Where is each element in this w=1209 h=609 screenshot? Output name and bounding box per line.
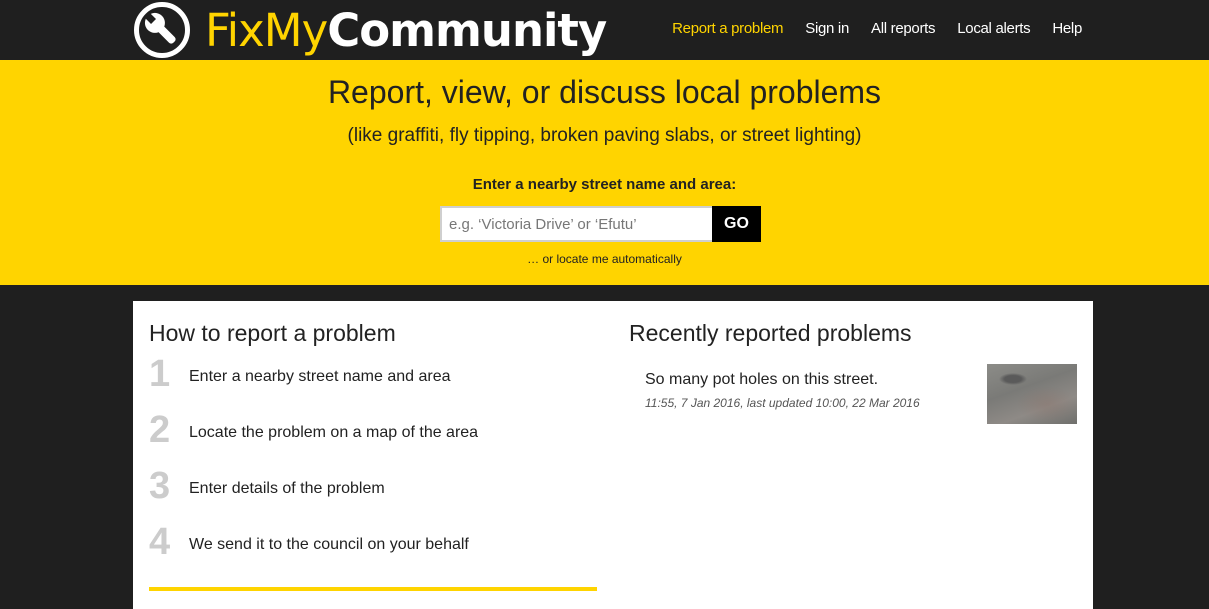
- hero-subtitle: (like graffiti, fly tipping, broken pavi…: [347, 125, 862, 146]
- step-number: 1: [149, 353, 171, 395]
- recent-reports-section: Recently reported problems So many pot h…: [629, 301, 1077, 609]
- site-header: FixMyCommunity Report a problem Sign in …: [0, 0, 1209, 60]
- step-text: Enter details of the problem: [189, 480, 385, 497]
- search-label: Enter a nearby street name and area:: [472, 176, 737, 193]
- locate-me-link[interactable]: … or locate me automatically: [0, 252, 1209, 266]
- steps-list: 1 Enter a nearby street name and area 2 …: [149, 355, 597, 583]
- step-number: 3: [149, 465, 171, 507]
- location-search-input[interactable]: [440, 206, 712, 242]
- how-to-heading: How to report a problem: [149, 320, 396, 346]
- nav-local-alerts[interactable]: Local alerts: [957, 20, 1030, 37]
- step-text: We send it to the council on your behalf: [189, 536, 469, 553]
- step-number: 4: [149, 521, 171, 563]
- step-item: 3 Enter details of the problem: [149, 467, 597, 527]
- recent-heading: Recently reported problems: [629, 320, 912, 346]
- section-divider: [149, 587, 597, 591]
- recent-report-item[interactable]: So many pot holes on this street. 11:55,…: [645, 364, 1077, 431]
- step-text: Enter a nearby street name and area: [189, 368, 451, 385]
- hero-banner: Report, view, or discuss local problems …: [0, 60, 1209, 285]
- report-thumbnail: [987, 364, 1077, 424]
- how-to-section: How to report a problem 1 Enter a nearby…: [149, 301, 597, 609]
- site-logo[interactable]: FixMyCommunity: [133, 2, 607, 58]
- nav-sign-in[interactable]: Sign in: [805, 20, 849, 37]
- main-content: How to report a problem 1 Enter a nearby…: [133, 301, 1093, 609]
- hero-title: Report, view, or discuss local problems: [327, 74, 882, 110]
- nav-report-problem[interactable]: Report a problem: [672, 20, 783, 37]
- step-text: Locate the problem on a map of the area: [189, 424, 479, 441]
- report-timestamp: 11:55, 7 Jan 2016, last updated 10:00, 2…: [645, 396, 920, 410]
- wrench-logo-icon: [134, 2, 190, 58]
- location-search-form: GO: [440, 206, 761, 242]
- nav-help[interactable]: Help: [1052, 20, 1082, 37]
- report-title: So many pot holes on this street.: [645, 371, 879, 388]
- site-name: FixMyCommunity: [205, 3, 607, 57]
- step-item: 2 Locate the problem on a map of the are…: [149, 411, 597, 471]
- main-nav: Report a problem Sign in All reports Loc…: [650, 0, 1082, 56]
- step-item: 1 Enter a nearby street name and area: [149, 355, 597, 415]
- step-number: 2: [149, 409, 171, 451]
- go-button[interactable]: GO: [712, 206, 761, 242]
- nav-all-reports[interactable]: All reports: [871, 20, 936, 37]
- step-item: 4 We send it to the council on your beha…: [149, 523, 597, 583]
